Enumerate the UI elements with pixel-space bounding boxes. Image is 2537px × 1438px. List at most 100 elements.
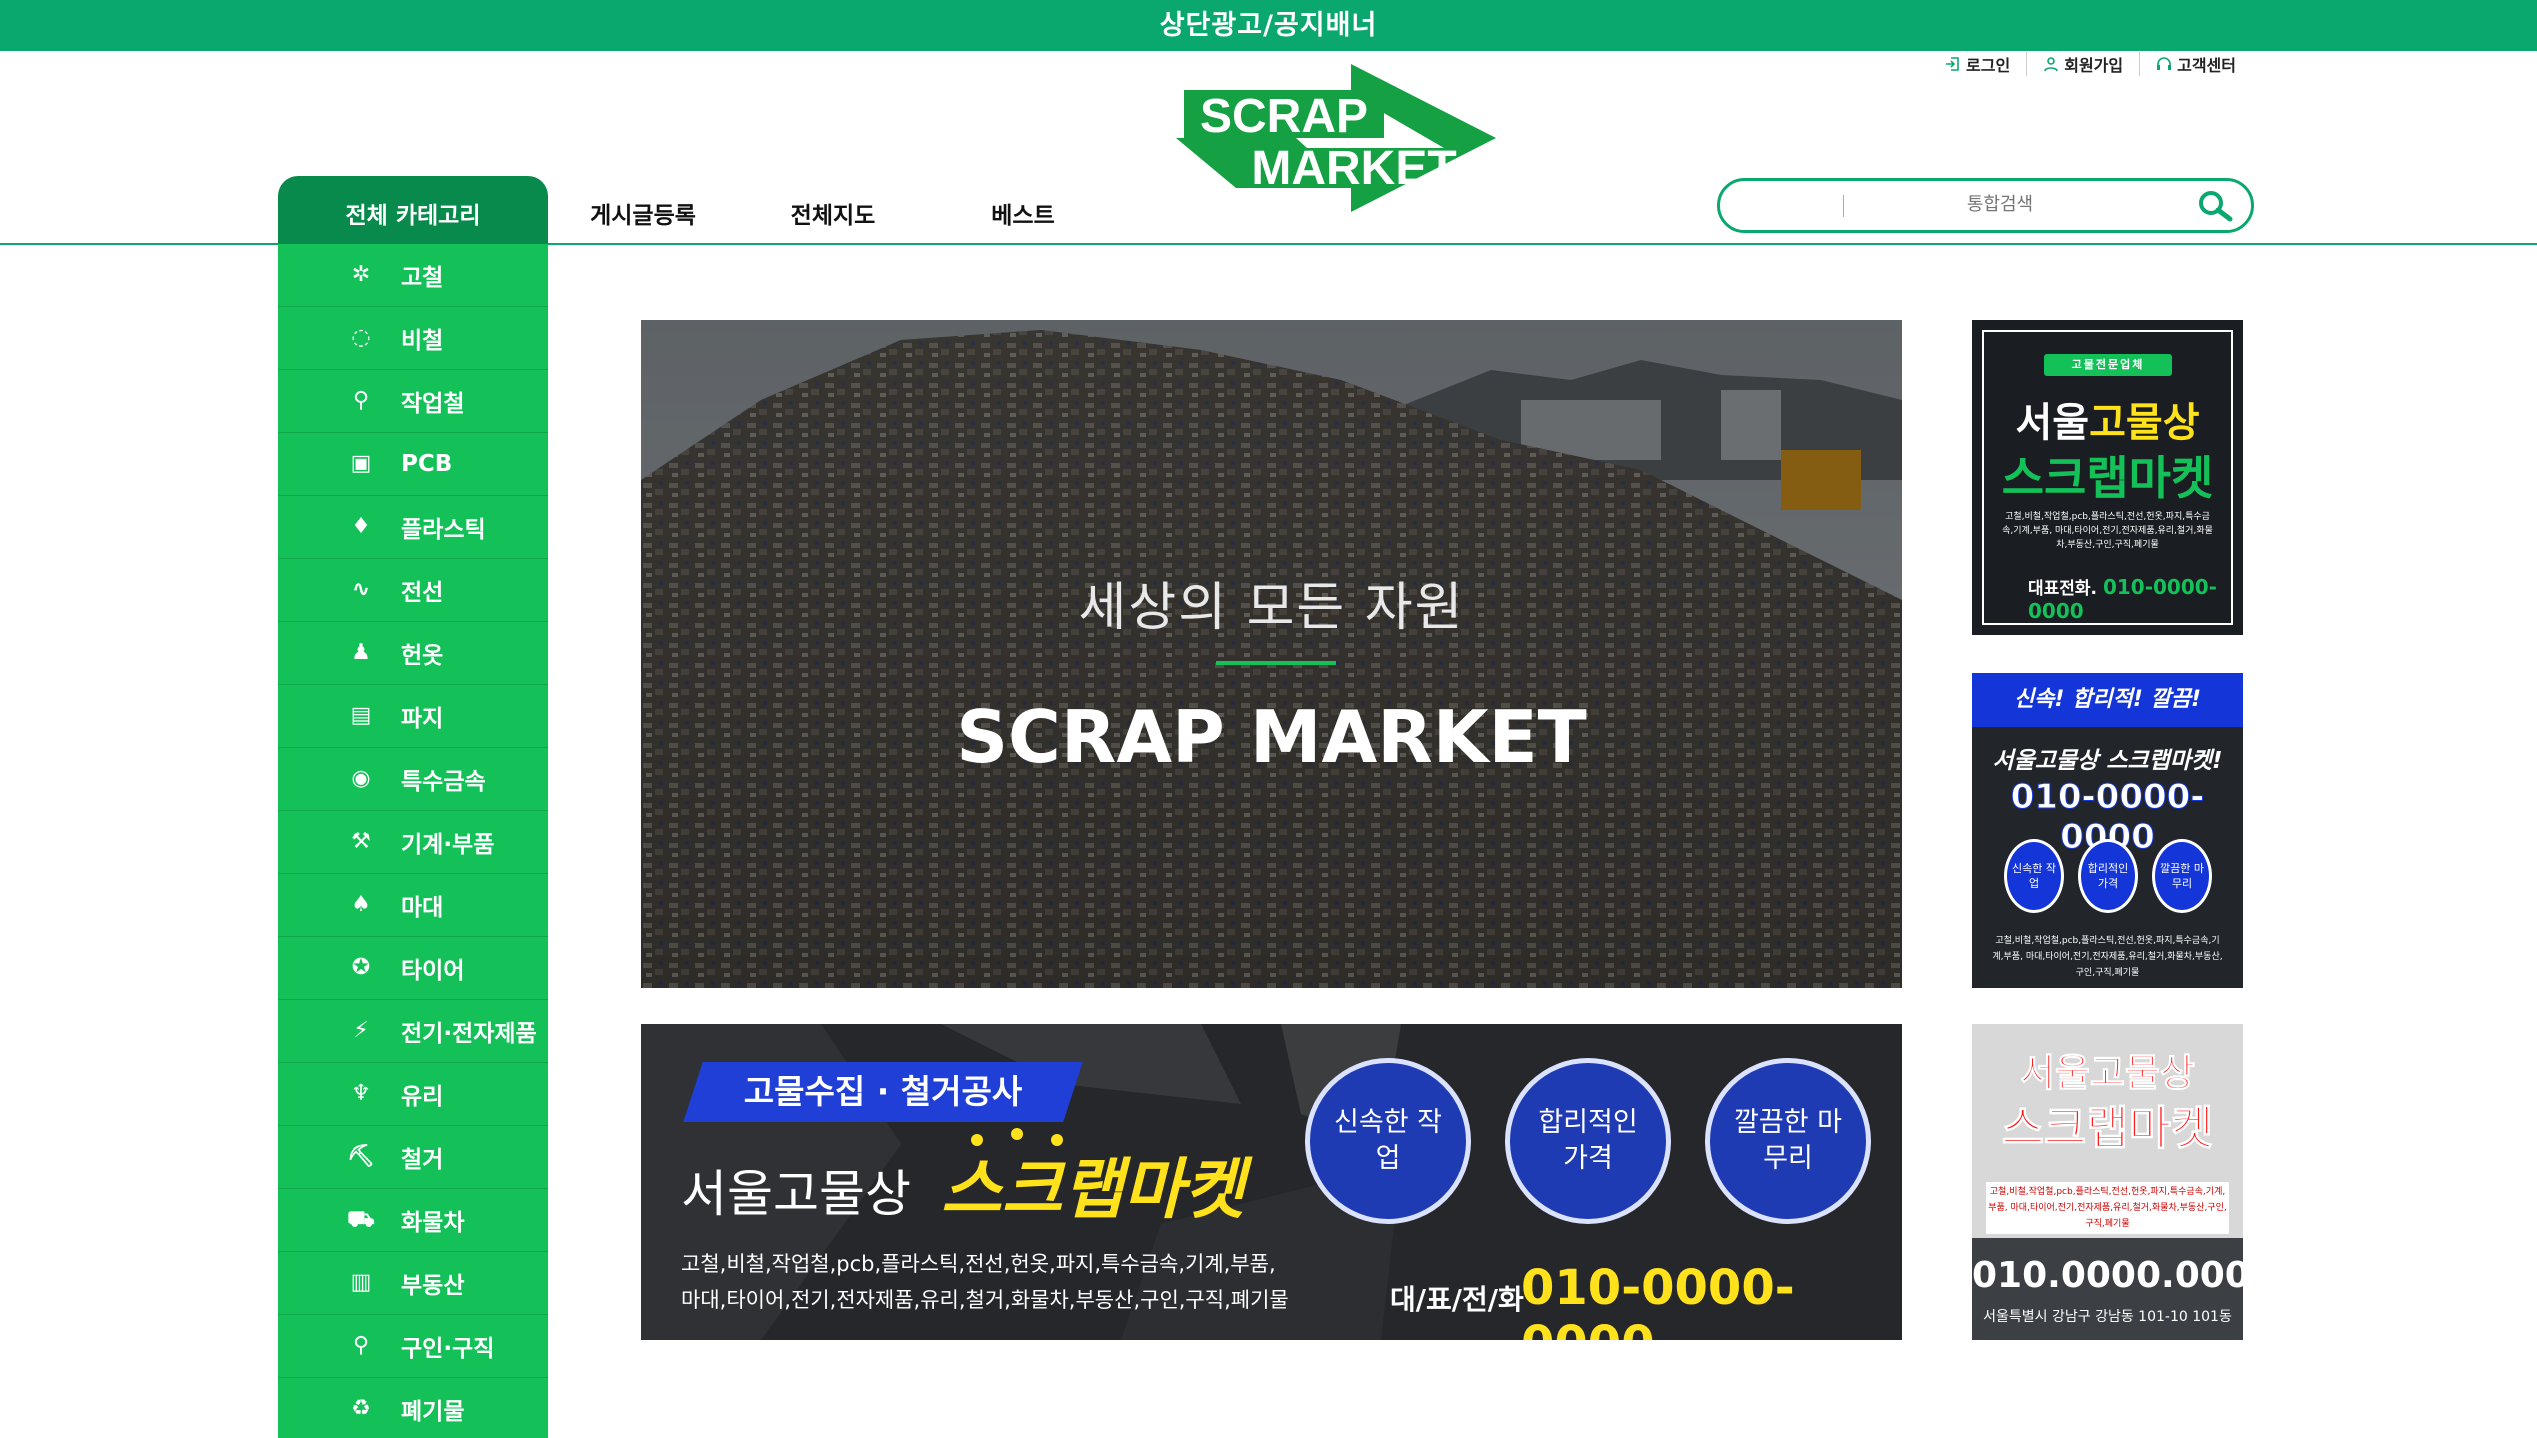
ad2-small-text: 고철,비철,작업철,pcb,플라스틱,전선,헌옷,파지,특수금속,기계,부품, …: [1992, 936, 2223, 978]
sidebar-item-15[interactable]: ⛟ 화물차: [278, 1189, 548, 1252]
sidebar-item-1[interactable]: ◌ 비철: [278, 307, 548, 370]
login-label: 로그인: [1966, 56, 2011, 75]
ad3-line1: 서울고물상: [2020, 1051, 2196, 1096]
ad2-line1: 서울고물상 스크랩마켓!: [1992, 748, 2223, 774]
sidebar-item-label: 플라스틱: [401, 517, 486, 543]
sidebar-item-3[interactable]: ▣ PCB: [278, 433, 548, 496]
sidebar-item-10[interactable]: ♠ 마대: [278, 874, 548, 937]
signup-link[interactable]: 회원가입: [2026, 52, 2139, 76]
sidebar-item-17[interactable]: ⚲ 구인·구직: [278, 1315, 548, 1378]
ad3-small-text: 고철,비철,작업철,pcb,플라스틱,전선,헌옷,파지,특수금속,기계,부품, …: [1986, 1182, 2229, 1234]
scrap-pile-image: [641, 320, 1902, 988]
signup-label: 회원가입: [2064, 56, 2124, 75]
sidebar-item-label: 마대: [401, 895, 444, 921]
sidebar-item-7[interactable]: ▤ 파지: [278, 685, 548, 748]
sack-icon: ♠: [351, 892, 371, 917]
bottle-icon: ♦: [351, 514, 371, 539]
shirt-icon: ♟: [351, 640, 371, 665]
ad1-line2: 스크랩마켓: [2001, 451, 2214, 505]
ring-icon: ◌: [351, 325, 371, 350]
ad1-line1-white: 서울: [2015, 400, 2090, 446]
person-search-icon: ⚲: [352, 1333, 370, 1358]
ad2-circle-3: 깔끔한 마무리: [2152, 839, 2212, 913]
promo-circle-price: 합리적인 가격: [1505, 1058, 1671, 1224]
hero-banner[interactable]: 세상의 모든 자원 SCRAP MARKET: [641, 320, 1902, 988]
search-icon[interactable]: [2197, 190, 2233, 222]
promo-phone-label: 대/표/전/화: [1390, 1283, 1524, 1316]
ad3-line2: 스크랩마켓: [2001, 1101, 2214, 1156]
sidebar-item-label: 유리: [401, 1084, 444, 1110]
wrench-icon: ⚲: [352, 388, 370, 413]
promo-desc-line2: 마대,타이어,전기,전자제품,유리,철거,화물차,부동산,구인,구직,폐기물: [681, 1288, 1289, 1312]
utility-links: 로그인 회원가입 고객센터: [1929, 52, 2252, 76]
nav-best[interactable]: 베스트: [928, 196, 1118, 230]
plug-icon: ⚡: [353, 1018, 369, 1043]
sidebar-item-6[interactable]: ♟ 헌옷: [278, 622, 548, 685]
promo-banner[interactable]: 고물수집 · 철거공사 서울고물상 스크랩마켓 고철,비철,작업철,pcb,플라…: [641, 1024, 1902, 1340]
sidebar-item-label: 작업철: [401, 391, 465, 417]
disc-icon: ◉: [351, 766, 371, 791]
ad1-line1-yellow: 고물상: [2089, 400, 2200, 446]
side-ad-2[interactable]: 신속! 합리적! 깔끔! 서울고물상 스크랩마켓! 010-0000-0000 …: [1972, 673, 2243, 988]
main-nav: 게시글등록 전체지도 베스트: [548, 196, 1118, 230]
sidebar-item-2[interactable]: ⚲ 작업철: [278, 370, 548, 433]
ad1-pill: 고물전문업체: [2044, 354, 2172, 376]
headset-icon: [2157, 57, 2172, 70]
sidebar-item-12[interactable]: ⚡ 전기·전자제품: [278, 1000, 548, 1063]
hero-title: SCRAP MARKET: [956, 695, 1587, 779]
sidebar-item-13[interactable]: ♆ 유리: [278, 1063, 548, 1126]
sidebar-item-label: 구인·구직: [401, 1336, 495, 1362]
truck-icon: ⛟: [347, 1207, 375, 1232]
user-icon: [2044, 57, 2059, 72]
promo-name-prefix: 서울고물상: [681, 1165, 911, 1223]
sidebar-item-label: 비철: [401, 328, 444, 354]
sidebar-item-label: 헌옷: [401, 643, 444, 669]
sidebar-item-16[interactable]: ▥ 부동산: [278, 1252, 548, 1315]
ad1-phone-label: 대표전화.: [2028, 579, 2098, 599]
sidebar-item-label: 철거: [401, 1147, 444, 1173]
tire-icon: ✪: [351, 955, 371, 980]
customer-center-label: 고객센터: [2177, 56, 2236, 75]
login-link[interactable]: 로그인: [1929, 52, 2026, 76]
cable-icon: ∿: [351, 577, 371, 602]
circuit-board-icon: ▣: [350, 451, 372, 476]
top-notice-banner[interactable]: 상단광고/공지배너: [0, 0, 2537, 51]
ad3-phone: 010.0000.0000: [1972, 1255, 2243, 1296]
ad3-address: 서울특별시 강남구 강남동 101-10 101동: [1983, 1309, 2232, 1325]
sidebar-item-label: 화물차: [401, 1210, 465, 1236]
sidebar-item-4[interactable]: ♦ 플라스틱: [278, 496, 548, 559]
search-input[interactable]: [1920, 194, 2080, 215]
building-icon: ▥: [350, 1270, 372, 1295]
sidebar-item-14[interactable]: ⛏ 철거: [278, 1126, 548, 1189]
sidebar-item-label: 부동산: [401, 1273, 465, 1299]
promo-circle-fast: 신속한 작업: [1305, 1058, 1471, 1224]
sidebar-item-18[interactable]: ♻ 폐기물: [278, 1378, 548, 1438]
trash-icon: ♻: [351, 1396, 371, 1421]
sidebar-item-8[interactable]: ◉ 특수금속: [278, 748, 548, 811]
sidebar-item-5[interactable]: ∿ 전선: [278, 559, 548, 622]
nav-full-map[interactable]: 전체지도: [738, 196, 928, 230]
nav-post-register[interactable]: 게시글등록: [548, 196, 738, 230]
promo-circle-clean: 깔끔한 마무리: [1705, 1058, 1871, 1224]
logo-line1: SCRAP: [1200, 90, 1368, 143]
category-sidebar: 전체 카테고리 ✲ 고철 ◌ 비철 ⚲ 작업철 ▣ PCB ♦ 플라스틱 ∿ 전선 ♟ 헌옷 ▤ 파지 ◉ 특수금…: [278, 176, 548, 1438]
sidebar-item-label: 기계·부품: [401, 832, 495, 858]
search-box: [1717, 178, 2254, 233]
sidebar-item-label: 폐기물: [401, 1399, 465, 1425]
scrap-market-logo[interactable]: SCRAP MARKET: [1176, 64, 1496, 212]
sidebar-item-label: PCB: [401, 451, 453, 477]
promo-phone: 010-0000-0000: [1521, 1260, 1795, 1340]
drill-icon: ⚒: [351, 829, 371, 854]
hero-accent-bar: [1216, 661, 1336, 665]
side-ad-1[interactable]: 고물전문업체 서울고물상 스크랩마켓 고철,비철,작업철,pcb,플라스틱,전선…: [1972, 320, 2243, 635]
side-ad-3[interactable]: 서울고물상 스크랩마켓 고철,비철,작업철,pcb,플라스틱,전선,헌옷,파지,…: [1972, 1024, 2243, 1340]
sidebar-item-11[interactable]: ✪ 타이어: [278, 937, 548, 1000]
promo-desc-line1: 고철,비철,작업철,pcb,플라스틱,전선,헌옷,파지,특수금속,기계,부품,: [681, 1252, 1276, 1276]
sidebar-item-0[interactable]: ✲ 고철: [278, 244, 548, 307]
customer-center-link[interactable]: 고객센터: [2139, 52, 2252, 76]
all-categories-header[interactable]: 전체 카테고리: [278, 176, 548, 244]
box-icon: ▤: [350, 703, 372, 728]
sidebar-item-9[interactable]: ⚒ 기계·부품: [278, 811, 548, 874]
sidebar-item-label: 고철: [401, 265, 444, 291]
hero-subtitle: 세상의 모든 자원: [1078, 578, 1465, 638]
